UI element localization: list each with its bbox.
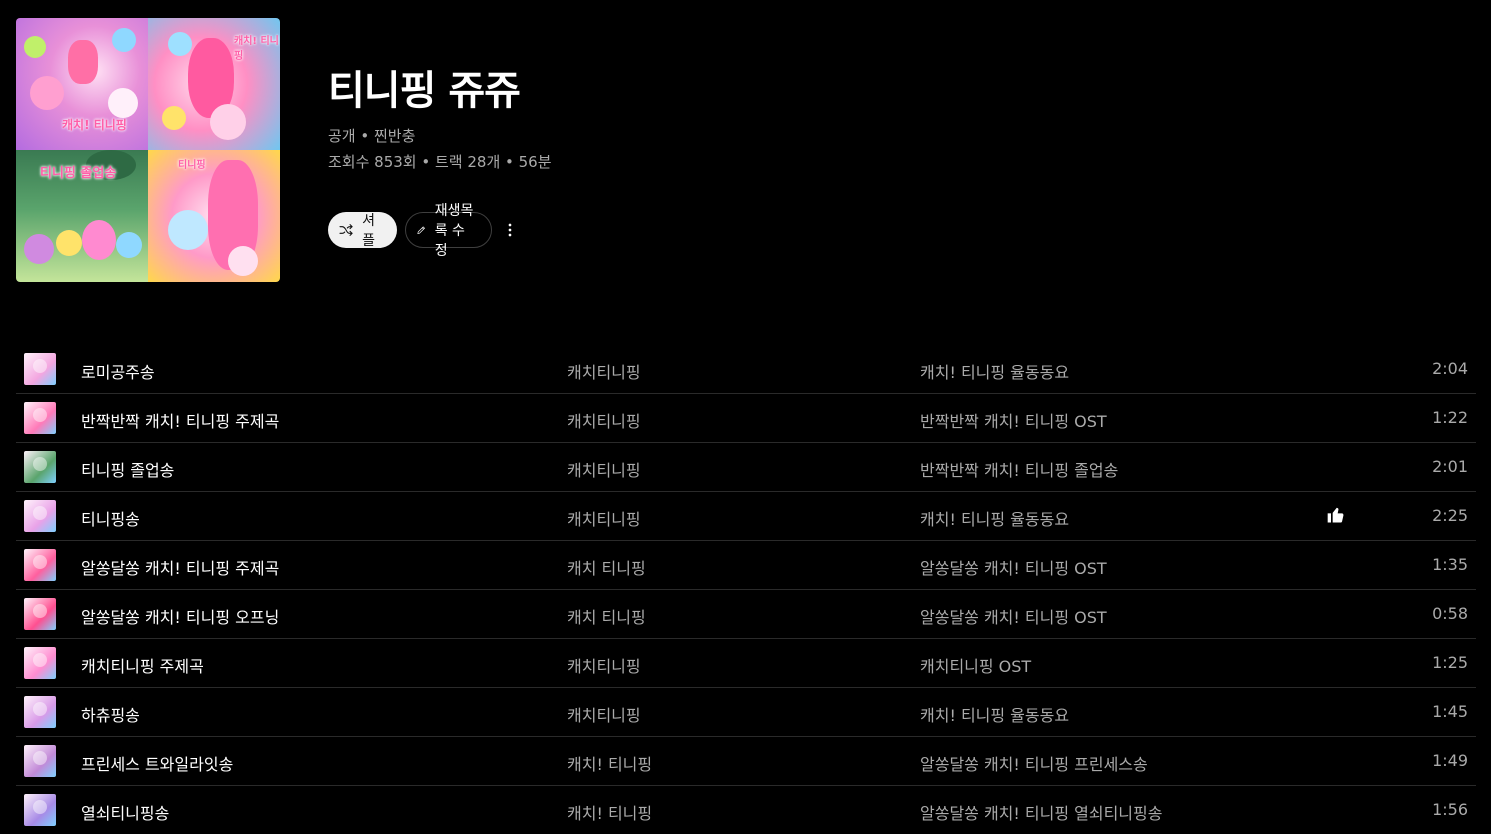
track-row[interactable]: 캐치티니핑 주제곡 캐치티니핑 캐치티니핑 OST 1:25	[16, 639, 1476, 688]
track-artist[interactable]: 캐치 티니핑	[567, 604, 646, 628]
track-title: 하츄핑송	[81, 706, 140, 725]
track-row[interactable]: 로미공주송 캐치티니핑 캐치! 티니핑 율동동요 2:04	[16, 345, 1476, 394]
shuffle-button[interactable]: 셔플	[328, 212, 397, 249]
cover-caption-2: 캐치! 티니핑	[234, 36, 279, 62]
track-artist[interactable]: 캐치! 티니핑	[567, 800, 652, 824]
track-artist[interactable]: 캐치티니핑	[567, 408, 641, 432]
track-title: 알쏭달쏭 캐치! 티니핑 주제곡	[81, 559, 280, 578]
track-duration: 1:45	[1432, 702, 1468, 721]
track-row[interactable]: 알쏭달쏭 캐치! 티니핑 주제곡 캐치 티니핑 알쏭달쏭 캐치! 티니핑 OST 1:…	[16, 541, 1476, 590]
track-row[interactable]: 티니핑 졸업송 캐치티니핑 반짝반짝 캐치! 티니핑 졸업송 2:01	[16, 443, 1476, 492]
playlist-actions: 셔플 재생목록 수정	[328, 203, 520, 259]
more-actions-button[interactable]	[500, 212, 520, 248]
track-thumbnail[interactable]	[24, 549, 56, 581]
track-row[interactable]: 티니핑송 캐치티니핑 캐치! 티니핑 율동동요 2:25	[16, 492, 1476, 541]
track-title: 알쏭달쏭 캐치! 티니핑 오프닝	[81, 608, 280, 627]
cover-tile-4: 티니핑	[148, 150, 280, 282]
track-title: 로미공주송	[81, 363, 155, 382]
cover-caption-4: 티니핑	[178, 160, 206, 171]
track-row[interactable]: 알쏭달쏭 캐치! 티니핑 오프닝 캐치 티니핑 알쏭달쏭 캐치! 티니핑 OST 0:…	[16, 590, 1476, 639]
track-duration: 2:04	[1432, 359, 1468, 378]
track-thumbnail[interactable]	[24, 451, 56, 483]
track-thumbnail[interactable]	[24, 794, 56, 826]
shuffle-label: 셔플	[362, 213, 375, 249]
track-row[interactable]: 열쇠티니핑송 캐치! 티니핑 알쏭달쏭 캐치! 티니핑 열쇠티니핑송 1:56	[16, 786, 1476, 834]
track-title: 캐치티니핑 주제곡	[81, 657, 204, 676]
track-thumbnail[interactable]	[24, 598, 56, 630]
track-duration: 1:22	[1432, 408, 1468, 427]
playlist-header: 캐치! 티니핑 캐치! 티니핑 티니핑 졸업송 티니핑 티니핑 쥬쥬 공개 • …	[16, 18, 1476, 282]
playlist-stats: 조회수 853회 • 트랙 28개 • 56분	[328, 153, 552, 171]
track-thumbnail[interactable]	[24, 647, 56, 679]
track-artist[interactable]: 캐치티니핑	[567, 457, 641, 481]
track-artist[interactable]: 캐치티니핑	[567, 702, 641, 726]
playlist-title: 티니핑 쥬쥬	[328, 68, 521, 114]
track-title: 티니핑 졸업송	[81, 461, 175, 480]
thumbs-up-icon[interactable]	[1326, 505, 1346, 525]
track-duration: 2:01	[1432, 457, 1468, 476]
cover-tile-3: 티니핑 졸업송	[16, 150, 148, 282]
track-artist[interactable]: 캐치티니핑	[567, 506, 641, 530]
track-album[interactable]: 반짝반짝 캐치! 티니핑 졸업송	[920, 457, 1118, 481]
playlist-cover[interactable]: 캐치! 티니핑 캐치! 티니핑 티니핑 졸업송 티니핑	[16, 18, 280, 282]
track-duration: 1:25	[1432, 653, 1468, 672]
shuffle-icon	[339, 224, 353, 236]
playlist-page: 캐치! 티니핑 캐치! 티니핑 티니핑 졸업송 티니핑 티니핑 쥬쥬 공개 • …	[0, 0, 1491, 834]
cover-caption-1: 캐치! 티니핑	[62, 118, 127, 132]
track-album[interactable]: 알쏭달쏭 캐치! 티니핑 열쇠티니핑송	[920, 800, 1162, 824]
track-title: 열쇠티니핑송	[81, 804, 170, 823]
track-title: 프린세스 트와일라잇송	[81, 755, 234, 774]
track-list: 로미공주송 캐치티니핑 캐치! 티니핑 율동동요 2:04 반짝반짝 캐치! 티니핑 주…	[16, 345, 1476, 834]
track-thumbnail[interactable]	[24, 745, 56, 777]
track-duration: 1:35	[1432, 555, 1468, 574]
track-thumbnail[interactable]	[24, 402, 56, 434]
track-row[interactable]: 하츄핑송 캐치티니핑 캐치! 티니핑 율동동요 1:45	[16, 688, 1476, 737]
track-title: 반짝반짝 캐치! 티니핑 주제곡	[81, 412, 280, 431]
track-thumbnail[interactable]	[24, 696, 56, 728]
track-artist[interactable]: 캐치티니핑	[567, 653, 641, 677]
track-album[interactable]: 캐치! 티니핑 율동동요	[920, 359, 1069, 383]
edit-playlist-button[interactable]: 재생목록 수정	[404, 203, 492, 259]
track-album[interactable]: 캐치! 티니핑 율동동요	[920, 702, 1069, 726]
track-album[interactable]: 반짝반짝 캐치! 티니핑 OST	[920, 408, 1107, 432]
track-row[interactable]: 반짝반짝 캐치! 티니핑 주제곡 캐치티니핑 반짝반짝 캐치! 티니핑 OST 1:2…	[16, 394, 1476, 443]
track-duration: 1:56	[1432, 800, 1468, 819]
track-duration: 2:25	[1432, 506, 1468, 525]
cover-caption-3: 티니핑 졸업송	[40, 166, 117, 181]
pencil-icon	[417, 226, 425, 234]
cover-tile-1: 캐치! 티니핑	[16, 18, 148, 150]
track-album[interactable]: 알쏭달쏭 캐치! 티니핑 OST	[920, 555, 1107, 579]
track-album[interactable]: 캐치티니핑 OST	[920, 653, 1031, 677]
track-artist[interactable]: 캐치 티니핑	[567, 555, 646, 579]
more-vert-icon	[508, 223, 512, 237]
track-duration: 0:58	[1432, 604, 1468, 623]
track-album[interactable]: 알쏭달쏭 캐치! 티니핑 프린세스송	[920, 751, 1148, 775]
track-album[interactable]: 캐치! 티니핑 율동동요	[920, 506, 1069, 530]
edit-playlist-label: 재생목록 수정	[434, 203, 474, 259]
cover-tile-2: 캐치! 티니핑	[148, 18, 280, 150]
track-album[interactable]: 알쏭달쏭 캐치! 티니핑 OST	[920, 604, 1107, 628]
track-title: 티니핑송	[81, 510, 140, 529]
track-row[interactable]: 프린세스 트와일라잇송 캐치! 티니핑 알쏭달쏭 캐치! 티니핑 프린세스송 1:49	[16, 737, 1476, 786]
track-artist[interactable]: 캐치티니핑	[567, 359, 641, 383]
track-thumbnail[interactable]	[24, 500, 56, 532]
track-artist[interactable]: 캐치! 티니핑	[567, 751, 652, 775]
track-duration: 1:49	[1432, 751, 1468, 770]
playlist-privacy-owner: 공개 • 찐반충	[328, 127, 416, 145]
track-thumbnail[interactable]	[24, 353, 56, 385]
